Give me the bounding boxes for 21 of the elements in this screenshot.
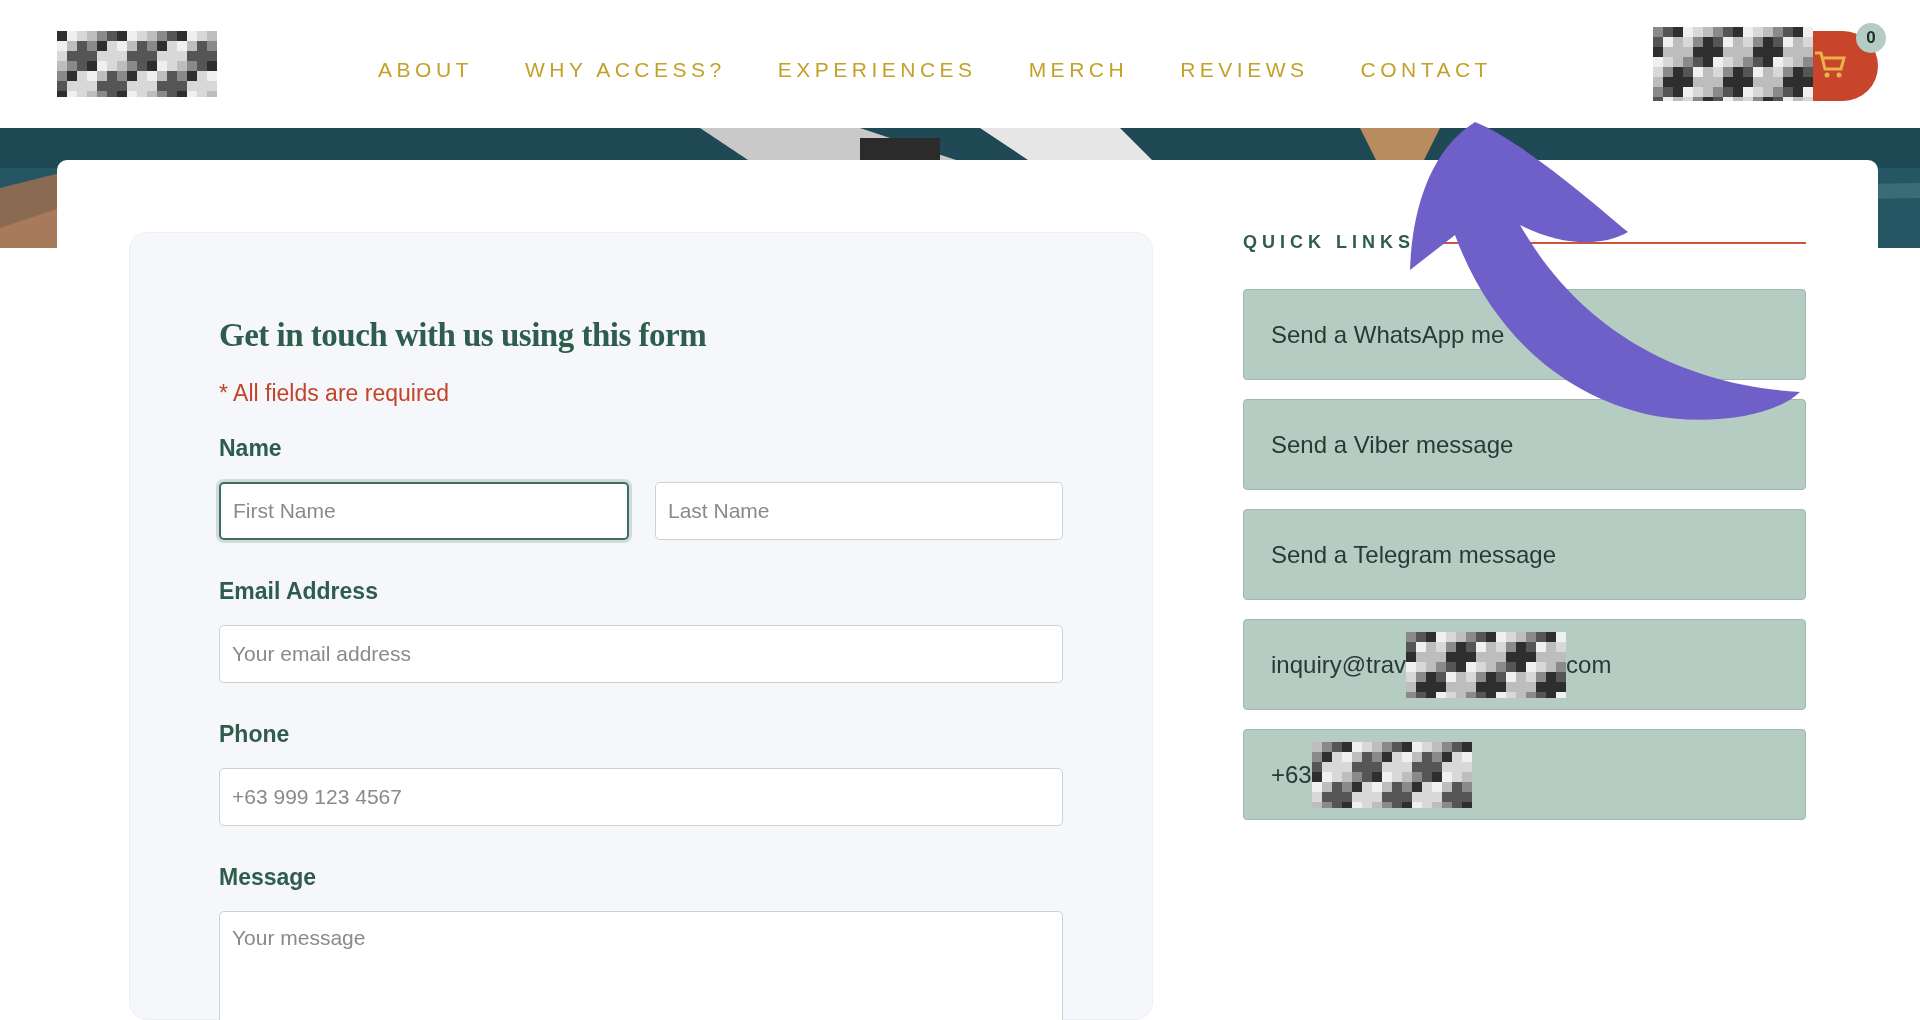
- nav-link[interactable]: MERCH: [1028, 58, 1129, 82]
- field-label: Phone: [219, 721, 291, 748]
- nav-link[interactable]: REVIEWS: [1180, 58, 1309, 82]
- input-field[interactable]: First Name: [219, 482, 629, 540]
- quick-link-button[interactable]: +63: [1243, 729, 1806, 820]
- nav-link[interactable]: EXPERIENCES: [777, 58, 977, 82]
- cart-count-badge: 0: [1856, 23, 1886, 53]
- quick-link-button[interactable]: Send a Telegram message: [1243, 509, 1806, 600]
- required-note: * All fields are required: [219, 380, 451, 407]
- section-heading: QUICK LINKS: [1243, 232, 1415, 253]
- quick-link-button[interactable]: Send a Viber message: [1243, 399, 1806, 490]
- quick-link-button[interactable]: inquiry@trav com: [1243, 619, 1806, 710]
- field-label: Message: [219, 864, 318, 891]
- nav-link[interactable]: ABOUT: [378, 58, 473, 82]
- form-heading: Get in touch with us using this form: [219, 317, 708, 354]
- message-field[interactable]: Your message: [219, 911, 1063, 1020]
- field-label: Name: [219, 435, 283, 462]
- nav-link[interactable]: WHY ACCESS?: [524, 58, 726, 82]
- cart-icon: [1813, 49, 1847, 79]
- field-label: Email Address: [219, 578, 379, 605]
- nav-link[interactable]: CONTACT: [1360, 58, 1492, 82]
